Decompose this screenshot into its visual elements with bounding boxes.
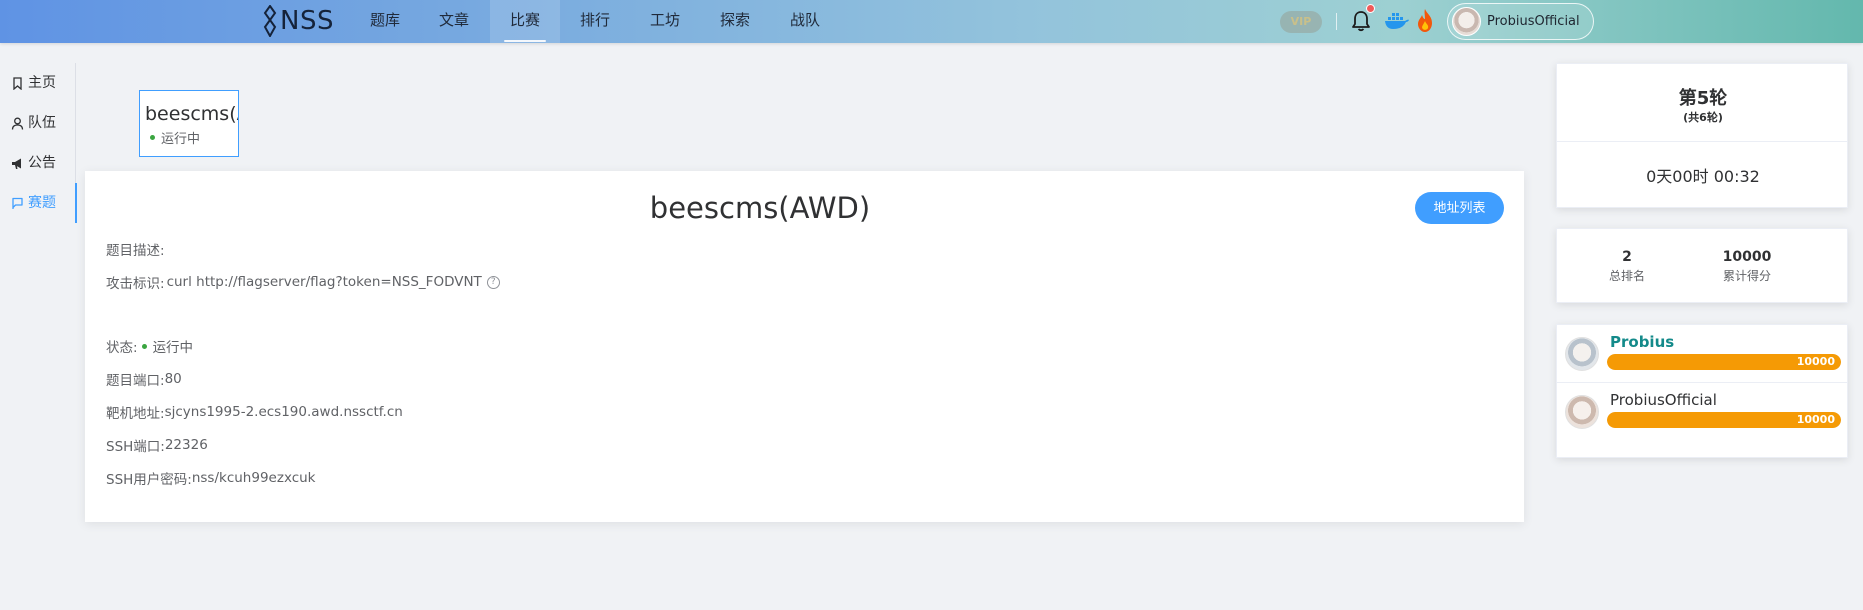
user-icon bbox=[11, 117, 24, 130]
avatar bbox=[1565, 337, 1599, 371]
scoreboard-panel: Probius 10000 ProbiusOfficial 10000 bbox=[1556, 324, 1848, 458]
ssh-port-label: SSH端口: bbox=[106, 439, 165, 455]
description-label: 题目描述: bbox=[106, 243, 165, 259]
team-name: ProbiusOfficial bbox=[1610, 391, 1717, 409]
status-value: 运行中 bbox=[152, 340, 194, 356]
nav-divider bbox=[1336, 13, 1337, 30]
round-panel: 第5轮 (共6轮) 0天00时 00:32 bbox=[1556, 63, 1848, 208]
port-label: 题目端口: bbox=[106, 373, 165, 389]
rank-stat: 2 总排名 bbox=[1557, 249, 1697, 284]
challenge-detail-card: beescms(AWD) 地址列表 题目描述: 攻击标识: curl http:… bbox=[85, 171, 1524, 522]
status-label: 状态: bbox=[106, 340, 138, 356]
round-countdown: 0天00时 00:32 bbox=[1646, 167, 1760, 186]
site-logo[interactable]: NSS bbox=[263, 4, 334, 38]
scoreboard-row[interactable]: ProbiusOfficial 10000 bbox=[1557, 382, 1847, 439]
score-label: 累计得分 bbox=[1722, 269, 1771, 283]
megaphone-icon bbox=[12, 158, 21, 169]
attack-label: 攻击标识: bbox=[106, 276, 165, 292]
attack-command: curl http://flagserver/flag?token=NSS_FO… bbox=[166, 274, 482, 290]
sidebar-item-label: 队伍 bbox=[28, 115, 56, 131]
stats-panel: 2 总排名 10000 累计得分 bbox=[1556, 228, 1848, 303]
attack-flag-row: 攻击标识: curl http://flagserver/flag?token=… bbox=[106, 272, 500, 292]
score-bar-label: 10000 bbox=[1796, 413, 1835, 426]
port-row: 题目端口: 80 bbox=[106, 369, 182, 389]
address-list-button[interactable]: 地址列表 bbox=[1415, 192, 1504, 224]
bell-icon[interactable] bbox=[1351, 10, 1371, 32]
flag-icon bbox=[12, 197, 23, 209]
round-total: (共6轮) bbox=[1683, 111, 1723, 124]
sidebar-item-label: 主页 bbox=[28, 75, 56, 91]
rank-value: 2 bbox=[1622, 249, 1632, 265]
scoreboard-row[interactable]: Probius 10000 bbox=[1557, 325, 1847, 382]
host-row: 靶机地址: sjcyns1995-2.ecs190.awd.nssctf.cn bbox=[106, 402, 403, 422]
fire-icon[interactable] bbox=[1414, 8, 1436, 33]
nav-item-explore[interactable]: 探索 bbox=[702, 0, 768, 43]
nav-item-teams[interactable]: 战队 bbox=[772, 0, 838, 43]
score-value: 10000 bbox=[1722, 249, 1772, 265]
nav-item-ranking[interactable]: 排行 bbox=[562, 0, 628, 43]
score-bar: 10000 bbox=[1607, 354, 1841, 370]
challenge-tab-status: 运行中 bbox=[145, 128, 238, 147]
logo-text: NSS bbox=[280, 6, 334, 36]
ssh-port-row: SSH端口: 22326 bbox=[106, 435, 208, 455]
score-bar: 10000 bbox=[1607, 412, 1841, 428]
nav-item-articles[interactable]: 文章 bbox=[421, 0, 487, 43]
status-dot bbox=[150, 135, 155, 140]
challenge-tab-status-text: 运行中 bbox=[161, 132, 201, 147]
bookmark-icon bbox=[13, 76, 22, 90]
ssh-port-value: 22326 bbox=[164, 437, 208, 453]
sidebar-item-label: 赛题 bbox=[28, 195, 56, 211]
description-row: 题目描述: bbox=[106, 239, 165, 259]
sidebar-item-challenges[interactable]: 赛题 bbox=[0, 183, 77, 223]
round-title: 第5轮 bbox=[1678, 88, 1728, 109]
user-name: ProbiusOfficial bbox=[1487, 14, 1580, 29]
docker-icon[interactable] bbox=[1384, 11, 1410, 31]
avatar bbox=[1452, 7, 1481, 36]
rank-label: 总排名 bbox=[1608, 269, 1645, 283]
challenge-title: beescms(AWD) bbox=[649, 191, 871, 225]
user-menu[interactable]: ProbiusOfficial bbox=[1447, 3, 1594, 40]
score-stat: 10000 累计得分 bbox=[1677, 249, 1817, 284]
ssh-credential-row: SSH用户密码: nss/kcuh99ezxcuk bbox=[106, 468, 316, 488]
host-value: sjcyns1995-2.ecs190.awd.nssctf.cn bbox=[164, 404, 403, 420]
top-navbar: NSS 题库 文章 比赛 排行 工坊 探索 战队 VIP ProbiusOffi… bbox=[0, 0, 1863, 43]
divider bbox=[1557, 141, 1847, 142]
team-name: Probius bbox=[1610, 333, 1675, 351]
avatar bbox=[1565, 395, 1599, 429]
sidebar-item-home[interactable]: 主页 bbox=[0, 63, 76, 103]
status-dot bbox=[141, 343, 147, 349]
contest-sidebar: 主页 队伍 公告 赛题 bbox=[0, 63, 77, 223]
challenge-tab-title: beescms(AWD) bbox=[145, 103, 238, 125]
ssh-credential-value: nss/kcuh99ezxcuk bbox=[191, 470, 316, 486]
vip-badge[interactable]: VIP bbox=[1280, 11, 1322, 33]
nav-item-contests[interactable]: 比赛 bbox=[490, 0, 560, 43]
host-label: 靶机地址: bbox=[106, 406, 165, 422]
ssh-credential-label: SSH用户密码: bbox=[106, 472, 192, 488]
challenge-tab[interactable]: beescms(AWD) 运行中 bbox=[139, 90, 239, 157]
nss-logo-icon bbox=[263, 5, 277, 37]
nav-item-workshop[interactable]: 工坊 bbox=[632, 0, 698, 43]
sidebar-item-label: 公告 bbox=[28, 155, 56, 171]
sidebar-item-announcements[interactable]: 公告 bbox=[0, 143, 76, 183]
status-row: 状态: 运行中 bbox=[106, 336, 193, 356]
score-bar-label: 10000 bbox=[1796, 355, 1835, 368]
nav-item-problems[interactable]: 题库 bbox=[352, 0, 418, 43]
help-icon[interactable]: ? bbox=[486, 275, 500, 289]
sidebar-item-team[interactable]: 队伍 bbox=[0, 103, 76, 143]
notification-dot bbox=[1366, 4, 1375, 13]
port-value: 80 bbox=[164, 371, 182, 387]
